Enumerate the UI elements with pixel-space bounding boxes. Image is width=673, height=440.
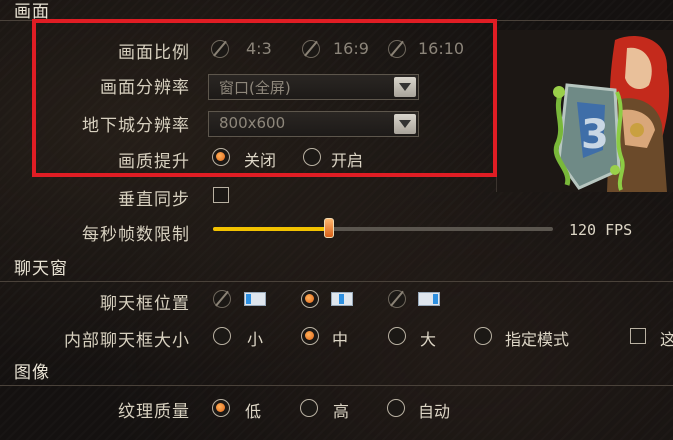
- ratio-4-3-radio[interactable]: [211, 40, 229, 58]
- ratio-16-10-label: 16:10: [418, 39, 465, 58]
- dropdown-arrow-icon[interactable]: [394, 77, 416, 97]
- quality-boost-label: 画质提升: [118, 152, 190, 172]
- chat-size-custom-label: 指定模式: [505, 330, 570, 349]
- fps-limit-label: 每秒帧数限制: [82, 225, 190, 245]
- fps-value-text: 120 FPS: [569, 221, 633, 239]
- chat-position-center-radio[interactable]: [301, 290, 319, 308]
- dropdown-arrow-icon[interactable]: [394, 114, 416, 134]
- quality-boost-on-radio[interactable]: [303, 148, 321, 166]
- texture-quality-label: 纹理质量: [118, 402, 190, 422]
- chat-position-left-radio[interactable]: [213, 290, 231, 308]
- quality-boost-off-radio[interactable]: [212, 148, 230, 166]
- vsync-label: 垂直同步: [118, 190, 190, 210]
- svg-text:3: 3: [581, 112, 609, 158]
- quality-boost-off-label: 关闭: [244, 151, 277, 170]
- section-divider: [0, 385, 673, 386]
- fps-slider-track[interactable]: [213, 227, 553, 231]
- chat-size-medium-label: 中: [332, 330, 349, 349]
- section-divider: [0, 20, 673, 21]
- resolution-label: 画面分辨率: [100, 78, 190, 98]
- chat-size-label: 内部聊天框大小: [64, 331, 190, 351]
- texture-high-label: 高: [333, 402, 350, 421]
- chat-extra-checkbox-label: 这: [660, 330, 673, 349]
- dungeon-resolution-value: 800x600: [219, 114, 286, 132]
- ratio-16-9-radio[interactable]: [302, 40, 320, 58]
- character-art-svg: 3: [497, 30, 673, 192]
- texture-auto-label: 自动: [418, 402, 451, 421]
- fps-slider-thumb[interactable]: [323, 218, 334, 238]
- chat-position-right-radio[interactable]: [388, 290, 406, 308]
- ratio-16-9-label: 16:9: [333, 39, 369, 58]
- resolution-dropdown[interactable]: 窗口(全屏): [208, 74, 419, 100]
- section-title-display: 画面: [14, 2, 50, 22]
- chat-position-icon: [244, 292, 266, 306]
- chat-size-custom-radio[interactable]: [474, 327, 492, 345]
- ratio-4-3-label: 4:3: [246, 39, 272, 58]
- section-divider: [0, 281, 673, 282]
- ratio-16-10-radio[interactable]: [388, 40, 406, 58]
- chat-position-icon: [418, 292, 440, 306]
- chat-size-small-radio[interactable]: [213, 327, 231, 345]
- chat-extra-checkbox[interactable]: [630, 328, 646, 344]
- chat-size-large-radio[interactable]: [388, 327, 406, 345]
- chat-size-small-label: 小: [247, 330, 264, 349]
- texture-low-label: 低: [245, 402, 262, 421]
- section-title-chat: 聊天窗: [14, 259, 68, 279]
- character-art-image: 3: [496, 30, 673, 192]
- resolution-value: 窗口(全屏): [219, 79, 291, 97]
- vsync-checkbox[interactable]: [213, 187, 229, 203]
- chat-size-large-label: 大: [420, 330, 437, 349]
- ratio-label: 画面比例: [118, 43, 190, 63]
- quality-boost-on-label: 开启: [331, 151, 364, 170]
- texture-auto-radio[interactable]: [387, 399, 405, 417]
- chat-size-medium-radio[interactable]: [301, 327, 319, 345]
- chat-position-icon: [331, 292, 353, 306]
- fps-slider-fill: [213, 227, 329, 231]
- section-title-image: 图像: [14, 363, 50, 383]
- texture-high-radio[interactable]: [300, 399, 318, 417]
- texture-low-radio[interactable]: [212, 399, 230, 417]
- dungeon-resolution-dropdown[interactable]: 800x600: [208, 111, 419, 137]
- dungeon-resolution-label: 地下城分辨率: [82, 116, 190, 136]
- chat-position-label: 聊天框位置: [100, 294, 190, 314]
